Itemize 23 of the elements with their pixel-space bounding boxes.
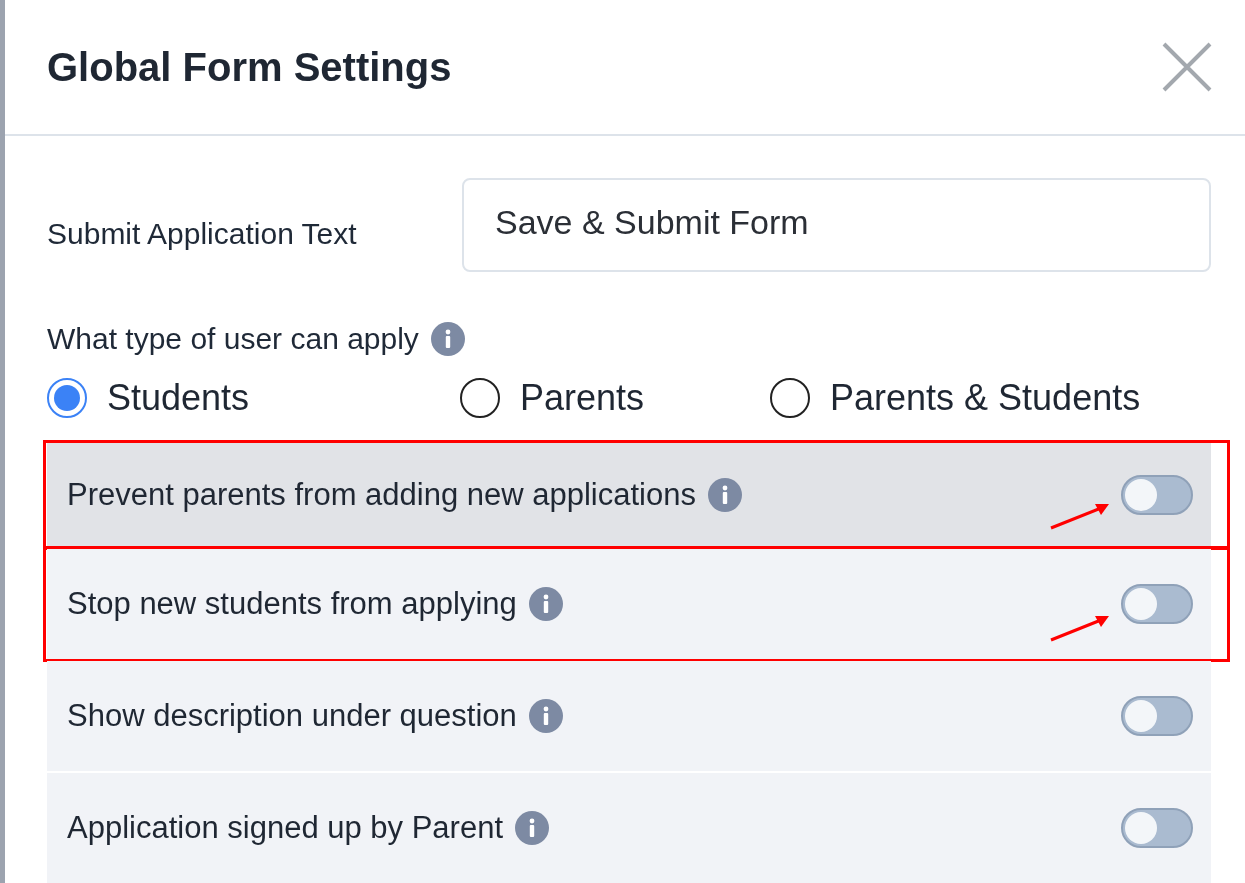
setting-label: Stop new students from applying	[67, 584, 517, 623]
question-label: What type of user can apply	[47, 321, 419, 357]
input-field[interactable]: Save & Submit Form	[462, 178, 1211, 272]
arrow-icon	[1049, 501, 1111, 531]
toggle-switch[interactable]	[1121, 475, 1193, 515]
radio-option[interactable]: Parents & Students	[770, 371, 1141, 425]
field-label: Submit Application Text	[47, 215, 358, 252]
setting-label: Prevent parents from adding new applications	[67, 475, 696, 514]
arrow-icon	[1049, 613, 1111, 643]
toggle-switch[interactable]	[1121, 584, 1193, 624]
info-icon	[528, 699, 563, 733]
close-icon[interactable]	[1161, 41, 1213, 93]
toggle-switch[interactable]	[1121, 696, 1193, 736]
info-icon	[708, 478, 742, 512]
info-icon	[528, 587, 563, 621]
setting-label: Show description under question	[67, 696, 517, 735]
toggle-switch[interactable]	[1121, 808, 1193, 848]
info-icon	[430, 321, 465, 356]
radio-option[interactable]: Students	[47, 371, 460, 425]
dialog-title: Global Form Settings	[47, 44, 452, 91]
setting-label: Application signed up by Parent	[67, 808, 503, 847]
info-icon	[515, 811, 549, 845]
radio-option[interactable]: Parents	[460, 371, 770, 425]
